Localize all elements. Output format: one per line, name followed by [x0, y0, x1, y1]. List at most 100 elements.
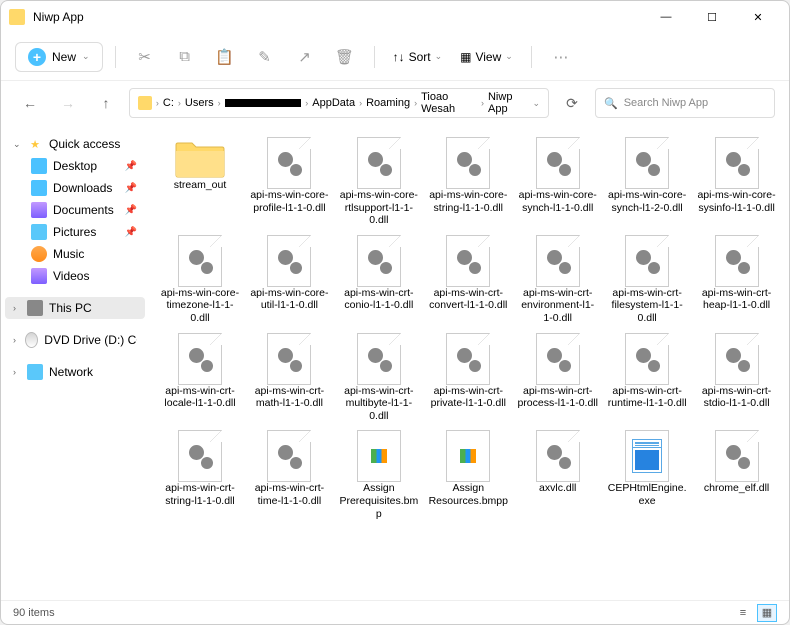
breadcrumb-segment[interactable]: C: — [163, 97, 174, 109]
search-input[interactable]: 🔍 Search Niwp App — [595, 88, 775, 118]
breadcrumb-segment[interactable]: Niwp App — [488, 91, 528, 115]
status-bar: 90 items ≡ ▦ — [1, 600, 789, 624]
file-name: api-ms-win-core-synch-l1-1-0.dll — [517, 189, 599, 214]
more-button[interactable]: ⋯ — [544, 40, 578, 74]
dll-icon — [715, 235, 759, 287]
file-name: api-ms-win-core-sysinfo-l1-1-0.dll — [696, 189, 778, 214]
sidebar-item-videos[interactable]: Videos — [5, 265, 145, 287]
file-item[interactable]: Assign Resources.bmpp — [425, 428, 511, 522]
sidebar-item-documents[interactable]: Documents 📌 — [5, 199, 145, 221]
file-name: stream_out — [174, 179, 227, 192]
dropdown-icon[interactable]: ⌄ — [532, 98, 540, 109]
breadcrumb-segment[interactable]: Tioao Wesah — [421, 91, 477, 115]
chevron-right-icon: › — [178, 98, 181, 108]
dll-icon — [178, 235, 222, 287]
file-item[interactable]: api-ms-win-crt-stdio-l1-1-0.dll — [694, 331, 780, 425]
file-item[interactable]: api-ms-win-core-util-l1-1-0.dll — [246, 233, 332, 327]
file-name: api-ms-win-core-rtlsupport-l1-1-0.dll — [338, 189, 420, 227]
file-item[interactable]: api-ms-win-crt-heap-l1-1-0.dll — [694, 233, 780, 327]
dll-icon — [536, 333, 580, 385]
file-item[interactable]: api-ms-win-crt-environment-l1-1-0.dll — [515, 233, 601, 327]
bmp-icon — [446, 430, 490, 482]
dll-icon — [357, 235, 401, 287]
window-title: Niwp App — [33, 10, 643, 24]
titlebar[interactable]: Niwp App — ☐ ✕ — [1, 1, 789, 33]
rename-button[interactable]: ✎ — [248, 40, 282, 74]
details-view-button[interactable]: ≡ — [733, 604, 753, 622]
network-label: Network — [49, 365, 93, 379]
file-name: api-ms-win-core-synch-l1-2-0.dll — [606, 189, 688, 214]
disc-icon — [25, 332, 38, 348]
file-item[interactable]: api-ms-win-core-rtlsupport-l1-1-0.dll — [336, 135, 422, 229]
file-item[interactable]: stream_out — [157, 135, 243, 229]
file-name: Assign Resources.bmpp — [427, 482, 509, 507]
quick-access-label: Quick access — [49, 137, 120, 151]
share-button[interactable]: ↗ — [288, 40, 322, 74]
breadcrumb-segment[interactable]: Users — [185, 97, 214, 109]
sidebar-item-downloads[interactable]: Downloads 📌 — [5, 177, 145, 199]
up-button[interactable]: ↑ — [91, 88, 121, 118]
file-item[interactable]: Assign Prerequisites.bmp — [336, 428, 422, 522]
file-item[interactable]: api-ms-win-crt-string-l1-1-0.dll — [157, 428, 243, 522]
file-item[interactable]: api-ms-win-core-synch-l1-2-0.dll — [604, 135, 690, 229]
sort-button[interactable]: ↑↓ Sort ⌄ — [387, 50, 449, 64]
sidebar-dvd-drive[interactable]: › DVD Drive (D:) CCCC — [5, 329, 145, 351]
file-item[interactable]: CEPHtmlEngine.exe — [604, 428, 690, 522]
file-item[interactable]: chrome_elf.dll — [694, 428, 780, 522]
refresh-button[interactable]: ⟳ — [557, 88, 587, 118]
file-item[interactable]: api-ms-win-crt-runtime-l1-1-0.dll — [604, 331, 690, 425]
file-item[interactable]: api-ms-win-crt-math-l1-1-0.dll — [246, 331, 332, 425]
file-name: api-ms-win-crt-math-l1-1-0.dll — [248, 385, 330, 410]
file-item[interactable]: api-ms-win-core-timezone-l1-1-0.dll — [157, 233, 243, 327]
file-item[interactable]: api-ms-win-crt-multibyte-l1-1-0.dll — [336, 331, 422, 425]
delete-button[interactable]: 🗑 — [328, 40, 362, 74]
file-item[interactable]: api-ms-win-crt-locale-l1-1-0.dll — [157, 331, 243, 425]
back-button[interactable]: ← — [15, 88, 45, 118]
sidebar-quick-access[interactable]: ⌄ ★ Quick access — [5, 133, 145, 155]
file-item[interactable]: api-ms-win-core-string-l1-1-0.dll — [425, 135, 511, 229]
chevron-down-icon: ⌄ — [435, 51, 443, 62]
minimize-button[interactable]: — — [643, 1, 689, 33]
file-item[interactable]: api-ms-win-crt-filesystem-l1-1-0.dll — [604, 233, 690, 327]
sidebar-item-music[interactable]: Music — [5, 243, 145, 265]
address-bar[interactable]: › C: › Users › › AppData › Roaming › Tio… — [129, 88, 549, 118]
forward-button[interactable]: → — [53, 88, 83, 118]
file-item[interactable]: api-ms-win-crt-convert-l1-1-0.dll — [425, 233, 511, 327]
file-item[interactable]: api-ms-win-core-synch-l1-1-0.dll — [515, 135, 601, 229]
files-view[interactable]: stream_out api-ms-win-core-profile-l1-1-0… — [149, 125, 789, 600]
new-button[interactable]: + New ⌄ — [15, 42, 103, 72]
dll-icon — [625, 333, 669, 385]
sidebar-item-desktop[interactable]: Desktop 📌 — [5, 155, 145, 177]
breadcrumb-segment[interactable]: AppData — [312, 97, 355, 109]
file-name: api-ms-win-crt-filesystem-l1-1-0.dll — [606, 287, 688, 325]
breadcrumb-segment[interactable]: Roaming — [366, 97, 410, 109]
file-name: api-ms-win-crt-locale-l1-1-0.dll — [159, 385, 241, 410]
icons-view-button[interactable]: ▦ — [757, 604, 777, 622]
copy-button[interactable]: ⧉ — [168, 40, 202, 74]
dll-icon — [446, 235, 490, 287]
file-item[interactable]: api-ms-win-crt-private-l1-1-0.dll — [425, 331, 511, 425]
breadcrumb-redacted — [225, 99, 302, 107]
navigation-pane[interactable]: ⌄ ★ Quick access Desktop 📌 Downloads 📌 D… — [1, 125, 149, 600]
file-item[interactable]: api-ms-win-core-sysinfo-l1-1-0.dll — [694, 135, 780, 229]
file-item[interactable]: api-ms-win-crt-process-l1-1-0.dll — [515, 331, 601, 425]
file-item[interactable]: api-ms-win-core-profile-l1-1-0.dll — [246, 135, 332, 229]
folder-icon — [138, 96, 152, 110]
sidebar-this-pc[interactable]: › This PC — [5, 297, 145, 319]
chevron-right-icon: › — [13, 335, 19, 345]
view-button[interactable]: ▦ View ⌄ — [454, 50, 519, 64]
cut-button[interactable]: ✂ — [128, 40, 162, 74]
close-button[interactable]: ✕ — [735, 1, 781, 33]
file-item[interactable]: api-ms-win-crt-conio-l1-1-0.dll — [336, 233, 422, 327]
file-item[interactable]: api-ms-win-crt-time-l1-1-0.dll — [246, 428, 332, 522]
explorer-window: Niwp App — ☐ ✕ + New ⌄ ✂ ⧉ 📋 ✎ ↗ 🗑 ↑↓ So… — [0, 0, 790, 625]
dll-icon — [267, 137, 311, 189]
sidebar-item-label: Music — [53, 247, 84, 261]
maximize-button[interactable]: ☐ — [689, 1, 735, 33]
sidebar-item-pictures[interactable]: Pictures 📌 — [5, 221, 145, 243]
dll-icon — [357, 333, 401, 385]
file-item[interactable]: axvlc.dll — [515, 428, 601, 522]
paste-button[interactable]: 📋 — [208, 40, 242, 74]
sidebar-network[interactable]: › Network — [5, 361, 145, 383]
chevron-right-icon: › — [481, 98, 484, 108]
